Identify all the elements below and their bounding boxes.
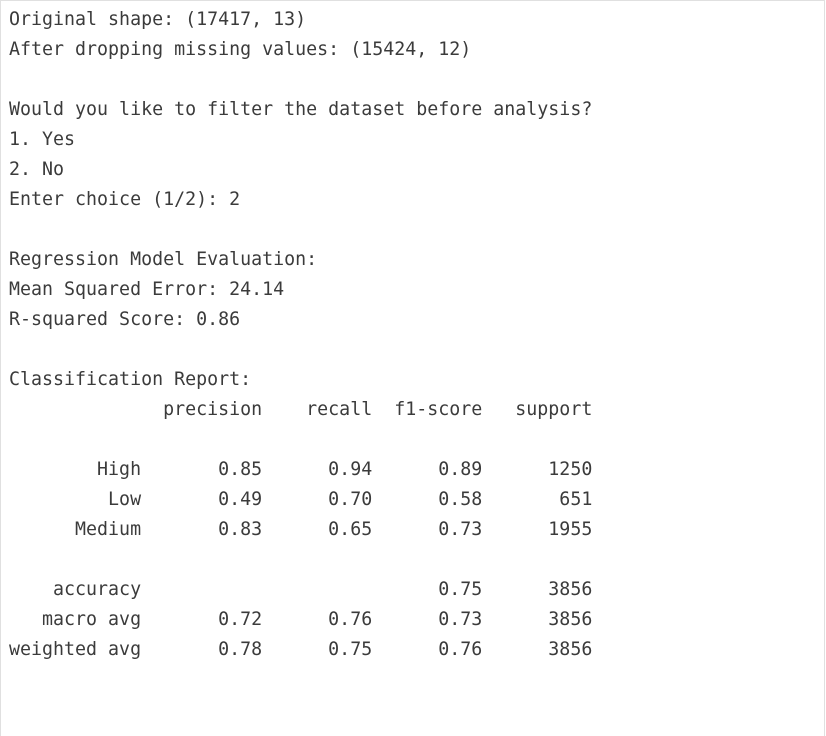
output-line-after-dropping: After dropping missing values: (15424, 1… xyxy=(9,39,472,60)
report-header-row: precision recall f1-score support xyxy=(9,399,593,420)
output-line-blank xyxy=(9,425,824,455)
output-line-blank xyxy=(9,65,824,95)
output-line-blank xyxy=(9,215,824,245)
report-row-high: High 0.85 0.94 0.89 1250 xyxy=(9,459,593,480)
output-line-option-no: 2. No xyxy=(9,159,65,180)
report-row-medium: Medium 0.83 0.65 0.73 1955 xyxy=(9,519,593,540)
report-row-low: Low 0.49 0.70 0.58 651 xyxy=(9,489,593,510)
report-row-weighted-avg: weighted avg 0.78 0.75 0.76 3856 xyxy=(9,639,593,660)
output-line-regression-heading: Regression Model Evaluation: xyxy=(9,249,318,270)
output-line-mse: Mean Squared Error: 24.14 xyxy=(9,279,285,300)
output-line-blank xyxy=(9,335,824,365)
report-row-accuracy: accuracy 0.75 3856 xyxy=(9,579,593,600)
output-line-classification-heading: Classification Report: xyxy=(9,369,252,390)
output-line-original-shape: Original shape: (17417, 13) xyxy=(9,9,307,30)
console-output-panel: Original shape: (17417, 13) After droppin… xyxy=(0,0,825,736)
output-line-option-yes: 1. Yes xyxy=(9,129,76,150)
output-line-filter-prompt: Would you like to filter the dataset bef… xyxy=(9,99,593,120)
console-output-text: Original shape: (17417, 13) After droppin… xyxy=(1,1,824,665)
output-line-enter-choice: Enter choice (1/2): 2 xyxy=(9,189,241,210)
report-row-macro-avg: macro avg 0.72 0.76 0.73 3856 xyxy=(9,609,593,630)
output-line-blank xyxy=(9,545,824,575)
output-line-r-squared: R-squared Score: 0.86 xyxy=(9,309,241,330)
